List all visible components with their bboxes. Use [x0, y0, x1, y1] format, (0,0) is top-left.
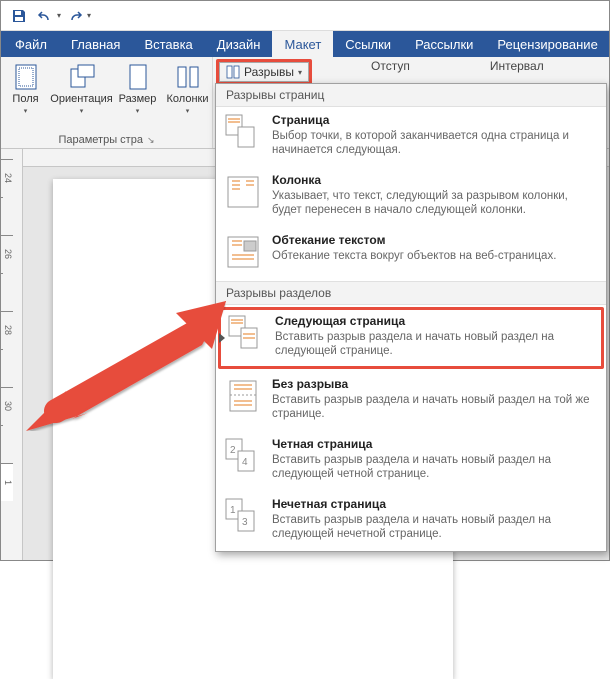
break-oddpage-item[interactable]: 13 Нечетная страница Вставить разрыв раз…	[216, 491, 606, 551]
section-section-breaks: Разрывы разделов	[216, 281, 606, 305]
columns-button[interactable]: Колонки ▾	[163, 59, 213, 132]
tab-review[interactable]: Рецензирование	[485, 31, 609, 57]
orientation-label: Ориентация	[50, 93, 112, 105]
evenpage-break-icon: 24	[224, 437, 262, 475]
break-evenpage-title: Четная страница	[272, 437, 598, 451]
breaks-button-highlight: Разрывы ▾	[216, 59, 312, 85]
break-continuous-item[interactable]: Без разрыва Вставить разрыв раздела и на…	[216, 371, 606, 431]
indent-label: Отступ	[371, 59, 410, 73]
tab-layout[interactable]: Макет	[272, 31, 333, 57]
margins-label: Поля	[12, 93, 38, 105]
textwrap-break-icon	[224, 233, 262, 271]
break-textwrap-desc: Обтекание текста вокруг объектов на веб-…	[272, 249, 556, 263]
column-break-icon	[224, 173, 262, 211]
break-oddpage-desc: Вставить разрыв раздела и начать новый р…	[272, 513, 598, 541]
break-nextpage-item[interactable]: Следующая страница Вставить разрыв разде…	[218, 307, 604, 369]
spacing-label: Интервал	[490, 59, 544, 73]
oddpage-break-icon: 13	[224, 497, 262, 535]
break-continuous-title: Без разрыва	[272, 377, 598, 391]
redo-icon[interactable]	[63, 4, 87, 28]
columns-label: Колонки	[167, 93, 209, 105]
continuous-break-icon	[224, 377, 262, 415]
size-button[interactable]: Размер ▾	[113, 59, 163, 132]
selection-indicator-icon	[219, 333, 225, 343]
chevron-down-icon: ▾	[298, 68, 302, 77]
tab-file[interactable]: Файл	[3, 31, 59, 57]
svg-text:2: 2	[230, 445, 236, 456]
break-page-item[interactable]: Страница Выбор точки, в которой заканчив…	[216, 107, 606, 167]
tab-insert[interactable]: Вставка	[132, 31, 204, 57]
section-page-breaks: Разрывы страниц	[216, 84, 606, 107]
break-column-desc: Указывает, что текст, следующий за разры…	[272, 189, 598, 217]
break-nextpage-title: Следующая страница	[275, 314, 595, 328]
tab-home[interactable]: Главная	[59, 31, 132, 57]
page-setup-group-title: Параметры стра↘	[3, 132, 210, 148]
breaks-dropdown: Разрывы страниц Страница Выбор точки, в …	[215, 83, 607, 552]
margins-button[interactable]: Поля ▾	[1, 59, 51, 132]
breaks-label: Разрывы	[244, 65, 294, 79]
undo-dropdown-icon[interactable]: ▾	[57, 11, 61, 20]
tab-references[interactable]: Ссылки	[333, 31, 403, 57]
qat-customize-icon[interactable]: ▾	[87, 11, 91, 20]
save-icon[interactable]	[7, 4, 31, 28]
break-nextpage-desc: Вставить разрыв раздела и начать новый р…	[275, 330, 595, 358]
break-textwrap-title: Обтекание текстом	[272, 233, 556, 247]
break-oddpage-title: Нечетная страница	[272, 497, 598, 511]
break-continuous-desc: Вставить разрыв раздела и начать новый р…	[272, 393, 598, 421]
undo-icon[interactable]	[33, 4, 57, 28]
dialog-launcher-icon[interactable]: ↘	[147, 135, 155, 145]
break-column-item[interactable]: Колонка Указывает, что текст, следующий …	[216, 167, 606, 227]
break-column-title: Колонка	[272, 173, 598, 187]
break-textwrap-item[interactable]: Обтекание текстом Обтекание текста вокру…	[216, 227, 606, 281]
svg-text:3: 3	[242, 517, 248, 528]
size-label: Размер	[119, 93, 157, 105]
svg-text:4: 4	[242, 457, 248, 468]
break-page-desc: Выбор точки, в которой заканчивается одн…	[272, 129, 598, 157]
page-break-icon	[224, 113, 262, 151]
breaks-icon	[226, 65, 240, 79]
page-setup-group: Поля ▾ Ориентация ▾ Размер ▾ Колонки ▾ П…	[1, 57, 213, 148]
breaks-button[interactable]: Разрывы ▾	[219, 62, 309, 82]
nextpage-break-icon	[227, 314, 265, 352]
break-evenpage-desc: Вставить разрыв раздела и начать новый р…	[272, 453, 598, 481]
tab-design[interactable]: Дизайн	[205, 31, 273, 57]
ribbon-right-labels: Отступ Интервал	[371, 59, 544, 73]
orientation-button[interactable]: Ориентация ▾	[51, 59, 113, 132]
break-page-title: Страница	[272, 113, 598, 127]
quick-access-toolbar: ▾ ▾	[1, 1, 609, 31]
tab-mailings[interactable]: Рассылки	[403, 31, 485, 57]
break-evenpage-item[interactable]: 24 Четная страница Вставить разрыв разде…	[216, 431, 606, 491]
svg-text:1: 1	[230, 505, 236, 516]
vertical-ruler: 24 26 28 30 1	[1, 149, 23, 560]
ribbon-tabs: Файл Главная Вставка Дизайн Макет Ссылки…	[1, 31, 609, 57]
